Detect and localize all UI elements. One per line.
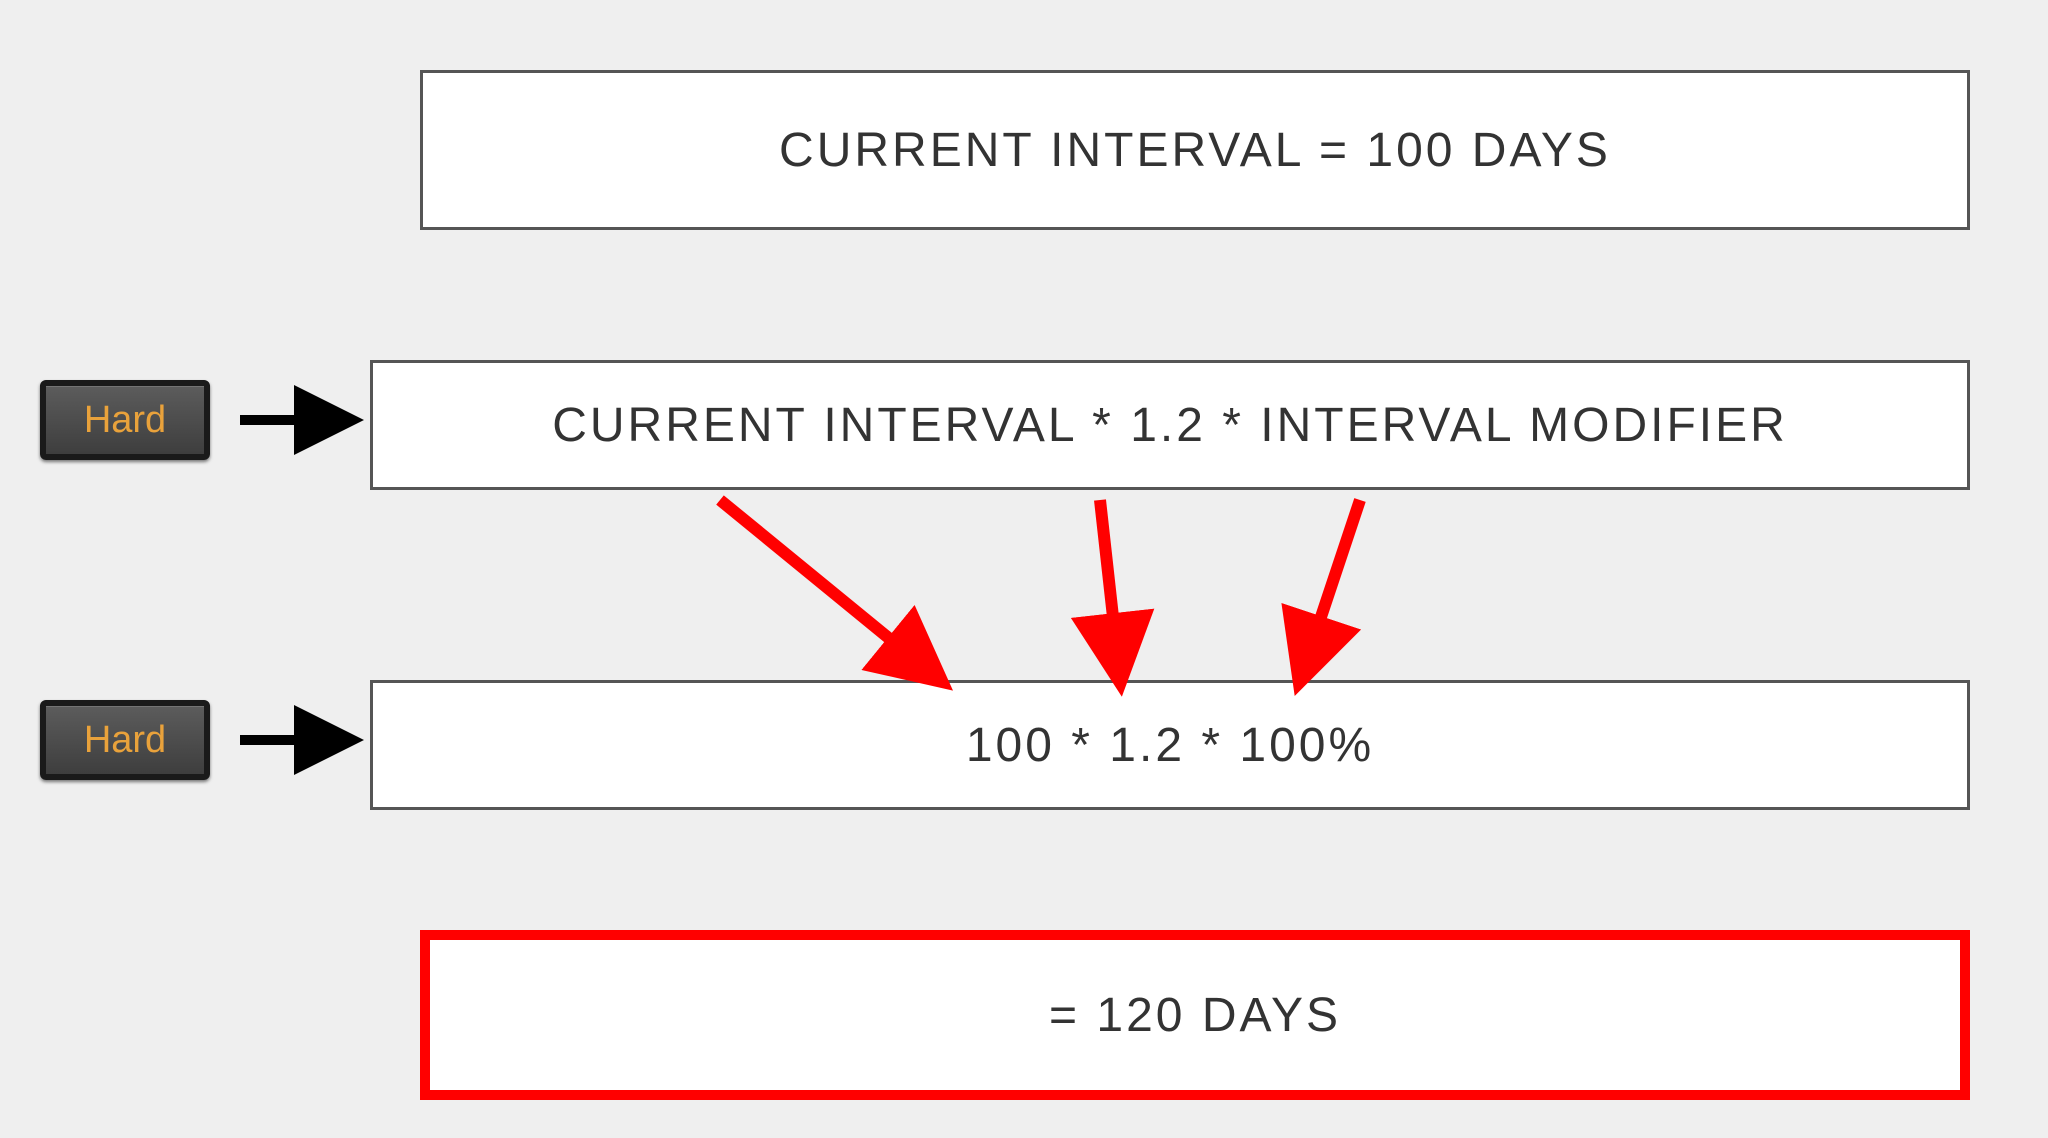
- box-result: = 120 DAYS: [420, 930, 1970, 1100]
- arrow-term3: [1300, 500, 1360, 680]
- box4-text: = 120 DAYS: [1049, 988, 1341, 1043]
- box-formula: CURRENT INTERVAL * 1.2 * INTERVAL MODIFI…: [370, 360, 1970, 490]
- box-calculation: 100 * 1.2 * 100%: [370, 680, 1970, 810]
- box-current-interval: CURRENT INTERVAL = 100 DAYS: [420, 70, 1970, 230]
- box3-text: 100 * 1.2 * 100%: [966, 718, 1374, 773]
- box2-text: CURRENT INTERVAL * 1.2 * INTERVAL MODIFI…: [552, 398, 1788, 453]
- hard-button-1-label: Hard: [84, 399, 166, 442]
- hard-button-2-label: Hard: [84, 719, 166, 762]
- arrow-term1: [720, 500, 940, 680]
- box1-text: CURRENT INTERVAL = 100 DAYS: [779, 123, 1611, 178]
- arrow-term2: [1100, 500, 1120, 680]
- hard-button-1[interactable]: Hard: [40, 380, 210, 460]
- hard-button-2[interactable]: Hard: [40, 700, 210, 780]
